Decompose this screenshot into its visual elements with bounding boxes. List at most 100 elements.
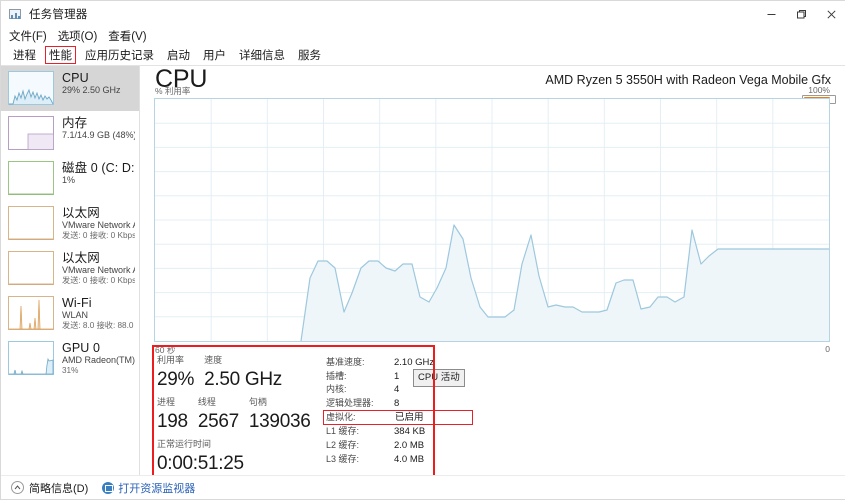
sidebar-item-sub2: 发送: 0 接收: 0 Kbps [62, 276, 135, 285]
sidebar-item-sub: 7.1/14.9 GB (48%) [62, 130, 135, 140]
ethernet-thumbnail-graph [8, 251, 54, 285]
resource-sidebar: CPU 29% 2.50 GHz 内存 7.1/14.9 GB (48%) 磁盘… [1, 66, 140, 476]
spec-label: 虚拟化: [326, 412, 356, 423]
spec-l3-cache: L3 缓存: 4.0 MB [326, 453, 711, 467]
resource-monitor-icon[interactable] [102, 481, 115, 494]
task-manager-icon [8, 7, 23, 22]
menu-item-file[interactable]: 文件(F) [9, 28, 47, 44]
maximize-restore-button[interactable] [786, 1, 816, 27]
cpu-stats-panel: 利用率 29% 速度 2.50 GHz 进程 198 线程 2567 句柄 13… [151, 354, 711, 474]
graph-y-axis-label: % 利用率 [155, 86, 191, 96]
wifi-thumbnail-graph [8, 296, 54, 330]
spec-cores: 内核: 4 [326, 383, 711, 397]
window-title: 任务管理器 [29, 9, 88, 21]
spec-value: 已启用 [395, 412, 424, 424]
cpu-header: CPU AMD Ryzen 5 3550H with Radeon Vega M… [141, 65, 845, 101]
stat-label: 线程 [197, 397, 216, 407]
tab-app-history[interactable]: 应用历史记录 [81, 46, 158, 64]
stat-group-uptime: 正常运行时间 0:00:51:25 [157, 438, 301, 476]
stat-value: 2.50 GHz [204, 369, 282, 390]
sidebar-item-ethernet-2[interactable]: 以太网 VMware Network Ad.. 发送: 0 接收: 0 Kbps [1, 246, 139, 291]
cpu-utilization-graph [154, 98, 830, 342]
task-manager-window: 任务管理器 文件(F) 选项(O) 查看(V) 进程 性能 应用历史记录 启动 [0, 0, 845, 500]
sidebar-item-sub2: 31% [62, 366, 79, 375]
stat-label: 利用率 [157, 355, 185, 365]
sidebar-item-title: Wi-Fi [62, 296, 92, 310]
sidebar-item-sub: 29% 2.50 GHz [62, 85, 121, 95]
sidebar-item-title: 内存 [62, 116, 88, 130]
disk-thumbnail-graph [8, 161, 54, 195]
fewer-details-button[interactable]: 简略信息(D) [29, 480, 88, 496]
stat-value: 0:00:51:25 [157, 453, 244, 474]
cpu-thumbnail-graph [8, 71, 54, 105]
sidebar-item-memory[interactable]: 内存 7.1/14.9 GB (48%) [1, 111, 139, 156]
sidebar-item-ethernet-1[interactable]: 以太网 VMware Network Ad.. 发送: 0 接收: 0 Kbps [1, 201, 139, 246]
sidebar-item-sub: WLAN [62, 310, 89, 320]
spec-label: L2 缓存: [326, 439, 360, 450]
menu-item-options[interactable]: 选项(O) [58, 28, 98, 44]
sidebar-item-sub: VMware Network Ad.. [62, 220, 135, 230]
stat-label: 正常运行时间 [157, 439, 212, 449]
tab-performance[interactable]: 性能 [45, 46, 76, 64]
memory-thumbnail-graph [8, 116, 54, 150]
cpu-stats-right: 基准速度: 2.10 GHz 插槽: 1 内核: 4 逻辑处理器: 8 虚拟化: [301, 354, 711, 469]
spec-label: 逻辑处理器: [326, 397, 374, 408]
stat-threads: 线程 2567 [198, 396, 239, 434]
sidebar-item-sub2: 发送: 0 接收: 0 Kbps [62, 231, 135, 240]
sidebar-item-title: 以太网 [62, 251, 100, 265]
status-bar: 简略信息(D) 打开资源监视器 [1, 475, 845, 499]
spec-label: 基准速度: [326, 357, 365, 367]
stat-label: 进程 [157, 397, 176, 407]
gpu-thumbnail-graph [8, 341, 54, 375]
sidebar-item-sub: AMD Radeon(TM) Ve.. [62, 355, 135, 365]
spec-l1-cache: L1 缓存: 384 KB [326, 425, 711, 439]
sidebar-item-sub2: 发送: 8.0 接收: 88.0 Kb [62, 321, 135, 330]
sidebar-item-title: GPU 0 [62, 341, 101, 355]
spec-label: 内核: [326, 384, 347, 395]
tab-users[interactable]: 用户 [199, 46, 230, 64]
sidebar-item-sub: 1% [62, 175, 76, 185]
sidebar-item-title: 磁盘 0 (C: D: E:) [62, 161, 135, 175]
spec-label: L1 缓存: [326, 426, 360, 437]
minimize-button[interactable] [756, 1, 786, 27]
open-resource-monitor-link[interactable]: 打开资源监视器 [118, 480, 195, 496]
tab-services[interactable]: 服务 [294, 46, 325, 64]
sidebar-item-wifi[interactable]: Wi-Fi WLAN 发送: 8.0 接收: 88.0 Kb [1, 291, 139, 336]
spec-value: 4 [394, 384, 400, 396]
stat-label: 速度 [204, 355, 223, 365]
spec-label: 插槽: [326, 370, 347, 381]
spec-value: 384 KB [394, 426, 426, 438]
tab-bar: 进程 性能 应用历史记录 启动 用户 详细信息 服务 [1, 45, 845, 65]
spec-base-speed: 基准速度: 2.10 GHz [326, 356, 711, 370]
spec-value: 4.0 MB [394, 453, 425, 465]
title-bar: 任务管理器 [1, 1, 845, 27]
spec-label: L3 缓存: [326, 453, 360, 464]
spec-sockets: 插槽: 1 [326, 370, 711, 384]
chevron-up-icon[interactable] [11, 481, 24, 494]
cpu-stats-left: 利用率 29% 速度 2.50 GHz 进程 198 线程 2567 句柄 13… [151, 354, 311, 474]
stat-utilization: 利用率 29% [157, 354, 194, 392]
stat-value: 2567 [197, 411, 239, 432]
spec-value: 2.0 MB [394, 439, 425, 451]
spec-value: 2.10 GHz [394, 357, 435, 368]
spec-logical-processors: 逻辑处理器: 8 [326, 397, 711, 411]
sidebar-item-title: 以太网 [62, 206, 100, 220]
tab-details[interactable]: 详细信息 [235, 46, 289, 64]
close-button[interactable] [816, 1, 845, 27]
sidebar-item-disk[interactable]: 磁盘 0 (C: D: E:) 1% [1, 156, 139, 201]
spec-value: 8 [394, 397, 400, 409]
stat-group-utilization: 利用率 29% 速度 2.50 GHz [157, 354, 301, 392]
tab-processes[interactable]: 进程 [9, 46, 40, 64]
tab-startup[interactable]: 启动 [163, 46, 194, 64]
stat-value: 198 [157, 411, 188, 432]
sidebar-item-sub: VMware Network Ad.. [62, 265, 135, 275]
stat-value: 29% [157, 369, 195, 390]
stat-uptime: 正常运行时间 0:00:51:25 [157, 438, 244, 476]
sidebar-item-cpu[interactable]: CPU 29% 2.50 GHz [1, 66, 139, 111]
cpu-detail-panel: CPU AMD Ryzen 5 3550H with Radeon Vega M… [141, 65, 845, 476]
sidebar-item-gpu[interactable]: GPU 0 AMD Radeon(TM) Ve.. 31% [1, 336, 139, 381]
graph-x-axis-end: 0 [825, 344, 830, 354]
cpu-model-label: AMD Ryzen 5 3550H with Radeon Vega Mobil… [545, 73, 831, 87]
menu-item-view[interactable]: 查看(V) [108, 28, 146, 44]
spec-virtualization: 虚拟化: 已启用 [323, 410, 473, 426]
